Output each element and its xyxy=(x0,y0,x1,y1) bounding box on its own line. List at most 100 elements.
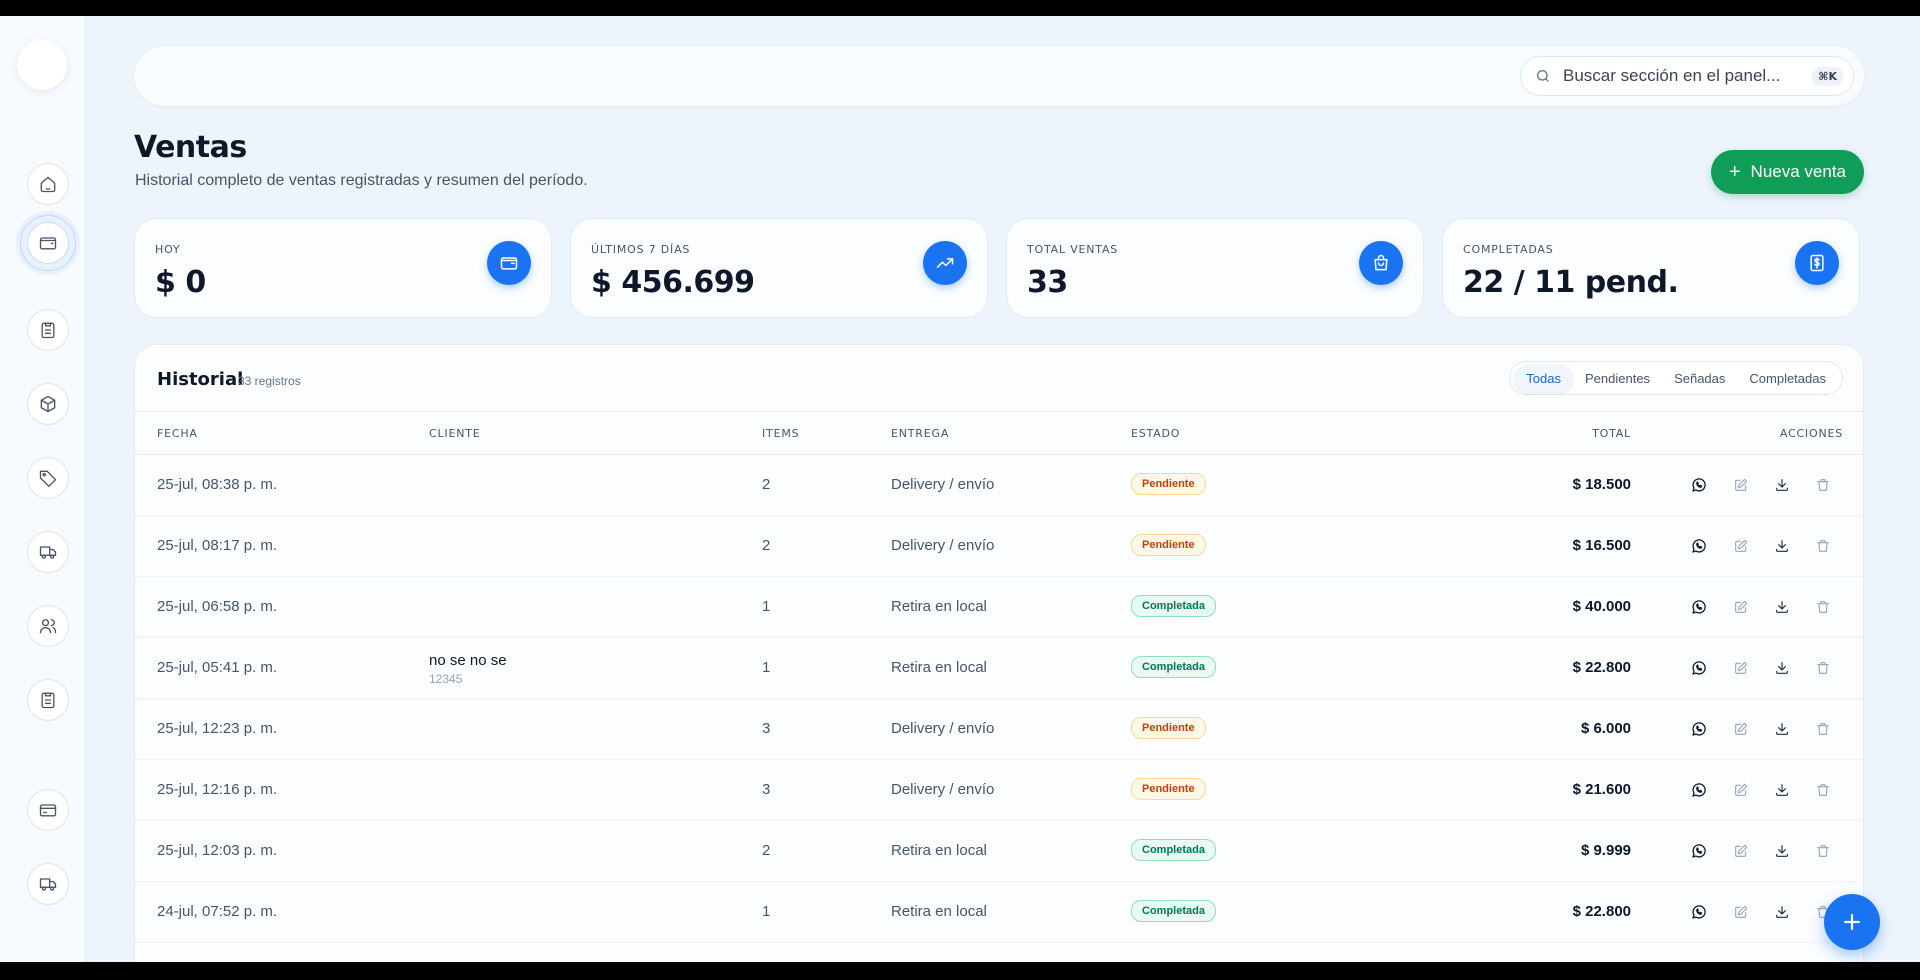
column-header-fecha[interactable]: FECHA xyxy=(157,427,198,440)
cell-total: $ 40.000 xyxy=(1572,598,1631,615)
plus-icon: + xyxy=(1728,161,1741,183)
status-badge: Completada xyxy=(1131,900,1216,922)
download-icon[interactable] xyxy=(1771,596,1793,618)
cell-entrega: Delivery / envío xyxy=(891,720,995,737)
stat-value: $ 456.699 xyxy=(591,265,755,300)
new-sale-button[interactable]: + Nueva venta xyxy=(1710,150,1864,194)
column-header-total[interactable]: TOTAL xyxy=(1491,427,1631,440)
whatsapp-icon[interactable] xyxy=(1688,840,1710,862)
cell-entrega: Retira en local xyxy=(891,598,987,615)
status-filter-tabs: Todas Pendientes Señadas Completadas xyxy=(1509,361,1843,395)
tag-icon xyxy=(39,470,57,487)
cell-total: $ 16.500 xyxy=(1572,537,1631,554)
download-icon[interactable] xyxy=(1771,779,1793,801)
trash-icon[interactable] xyxy=(1812,840,1834,862)
trash-icon[interactable] xyxy=(1812,474,1834,496)
whatsapp-icon[interactable] xyxy=(1688,596,1710,618)
cell-entrega: Retira en local xyxy=(891,659,987,676)
whatsapp-icon[interactable] xyxy=(1688,657,1710,679)
edit-icon[interactable] xyxy=(1730,718,1752,740)
trash-icon[interactable] xyxy=(1812,718,1834,740)
edit-icon[interactable] xyxy=(1730,840,1752,862)
sidebar-item-tags[interactable] xyxy=(27,457,69,499)
trash-icon[interactable] xyxy=(1812,535,1834,557)
trash-icon[interactable] xyxy=(1812,779,1834,801)
credit-card-icon xyxy=(39,804,57,817)
sidebar-item-shipping[interactable] xyxy=(27,863,69,905)
whatsapp-icon[interactable] xyxy=(1688,535,1710,557)
edit-icon[interactable] xyxy=(1730,474,1752,496)
download-icon[interactable] xyxy=(1771,535,1793,557)
whatsapp-icon[interactable] xyxy=(1688,779,1710,801)
column-header-cliente[interactable]: CLIENTE xyxy=(429,427,481,440)
sidebar-item-home[interactable] xyxy=(27,163,69,205)
trash-icon[interactable] xyxy=(1812,596,1834,618)
table-row[interactable]: 25-jul, 05:41 p. m. no se no se 12345 1 Reti… xyxy=(135,638,1863,699)
sidebar-item-ventas[interactable] xyxy=(20,215,76,271)
history-title: Historial xyxy=(157,369,244,390)
sidebar-item-orders[interactable] xyxy=(27,309,69,351)
tab-todas[interactable]: Todas xyxy=(1514,364,1573,392)
table-row[interactable]: 25-jul, 12:23 p. m. 3 Delivery / envío Pend… xyxy=(135,699,1863,760)
tab-pendientes[interactable]: Pendientes xyxy=(1573,365,1662,392)
sidebar-item-products[interactable] xyxy=(27,383,69,425)
column-header-estado[interactable]: ESTADO xyxy=(1131,427,1180,440)
column-header-acciones: ACCIONES xyxy=(1779,427,1843,440)
table-row[interactable]: 25-jul, 12:03 p. m. 2 Retira en local Compl… xyxy=(135,821,1863,882)
logo xyxy=(17,40,67,90)
cell-items: 1 xyxy=(762,659,771,676)
edit-icon[interactable] xyxy=(1730,901,1752,923)
cell-items: 1 xyxy=(762,903,771,920)
cell-fecha: 25-jul, 08:38 p. m. xyxy=(157,476,278,493)
search-input[interactable] xyxy=(1563,66,1813,86)
wallet-icon xyxy=(487,241,531,285)
download-icon[interactable] xyxy=(1771,474,1793,496)
download-icon[interactable] xyxy=(1771,657,1793,679)
cell-total: $ 22.800 xyxy=(1572,659,1631,676)
cell-items: 1 xyxy=(762,598,771,615)
cell-entrega: Delivery / envío xyxy=(891,476,995,493)
table-row[interactable]: 25-jul, 08:17 p. m. 2 Delivery / envío Pend… xyxy=(135,516,1863,577)
add-fab-button[interactable] xyxy=(1824,894,1880,950)
sidebar-item-delivery[interactable] xyxy=(27,531,69,573)
search-icon xyxy=(1537,70,1549,82)
clipboard-icon xyxy=(41,322,55,339)
cell-fecha: 25-jul, 06:58 p. m. xyxy=(157,598,278,615)
download-icon[interactable] xyxy=(1771,718,1793,740)
column-header-entrega[interactable]: ENTREGA xyxy=(891,427,949,440)
stat-card-last7: ÚLTIMOS 7 DÍAS $ 456.699 xyxy=(570,218,988,318)
truck-icon xyxy=(39,878,57,891)
edit-icon[interactable] xyxy=(1730,535,1752,557)
table-header: FECHA CLIENTE ITEMS ENTREGA ESTADO TOTAL… xyxy=(135,411,1863,455)
table-row[interactable]: 25-jul, 12:16 p. m. 3 Delivery / envío Pend… xyxy=(135,760,1863,821)
edit-icon[interactable] xyxy=(1730,657,1752,679)
cell-items: 2 xyxy=(762,842,771,859)
table-row[interactable]: 24-jul, 07:52 p. m. 1 Retira en local Compl… xyxy=(135,882,1863,943)
whatsapp-icon[interactable] xyxy=(1688,474,1710,496)
cell-fecha: 25-jul, 12:23 p. m. xyxy=(157,720,278,737)
page-title: Ventas xyxy=(134,130,247,165)
status-badge: Pendiente xyxy=(1131,717,1206,739)
cell-fecha: 25-jul, 12:16 p. m. xyxy=(157,781,278,798)
cell-total: $ 6.000 xyxy=(1580,720,1631,737)
trash-icon[interactable] xyxy=(1812,657,1834,679)
cell-entrega: Delivery / envío xyxy=(891,537,995,554)
tab-completadas[interactable]: Completadas xyxy=(1737,365,1838,392)
download-icon[interactable] xyxy=(1771,901,1793,923)
table-row[interactable]: 25-jul, 06:58 p. m. 1 Retira en local Compl… xyxy=(135,577,1863,638)
sidebar-item-users[interactable] xyxy=(27,605,69,647)
column-header-items[interactable]: ITEMS xyxy=(762,427,799,440)
edit-icon[interactable] xyxy=(1730,779,1752,801)
edit-icon[interactable] xyxy=(1730,596,1752,618)
sidebar-item-reports[interactable] xyxy=(27,679,69,721)
cell-cliente: no se no se xyxy=(429,652,507,669)
download-icon[interactable] xyxy=(1771,840,1793,862)
whatsapp-icon[interactable] xyxy=(1688,718,1710,740)
sidebar-item-payments[interactable] xyxy=(27,789,69,831)
shopping-bag-icon xyxy=(1359,241,1403,285)
whatsapp-icon[interactable] xyxy=(1688,901,1710,923)
tab-senadas[interactable]: Señadas xyxy=(1662,365,1737,392)
search-box[interactable]: ⌘K xyxy=(1520,56,1854,96)
plus-icon xyxy=(1843,913,1861,931)
table-row[interactable]: 25-jul, 08:38 p. m. 2 Delivery / envío Pend… xyxy=(135,455,1863,516)
